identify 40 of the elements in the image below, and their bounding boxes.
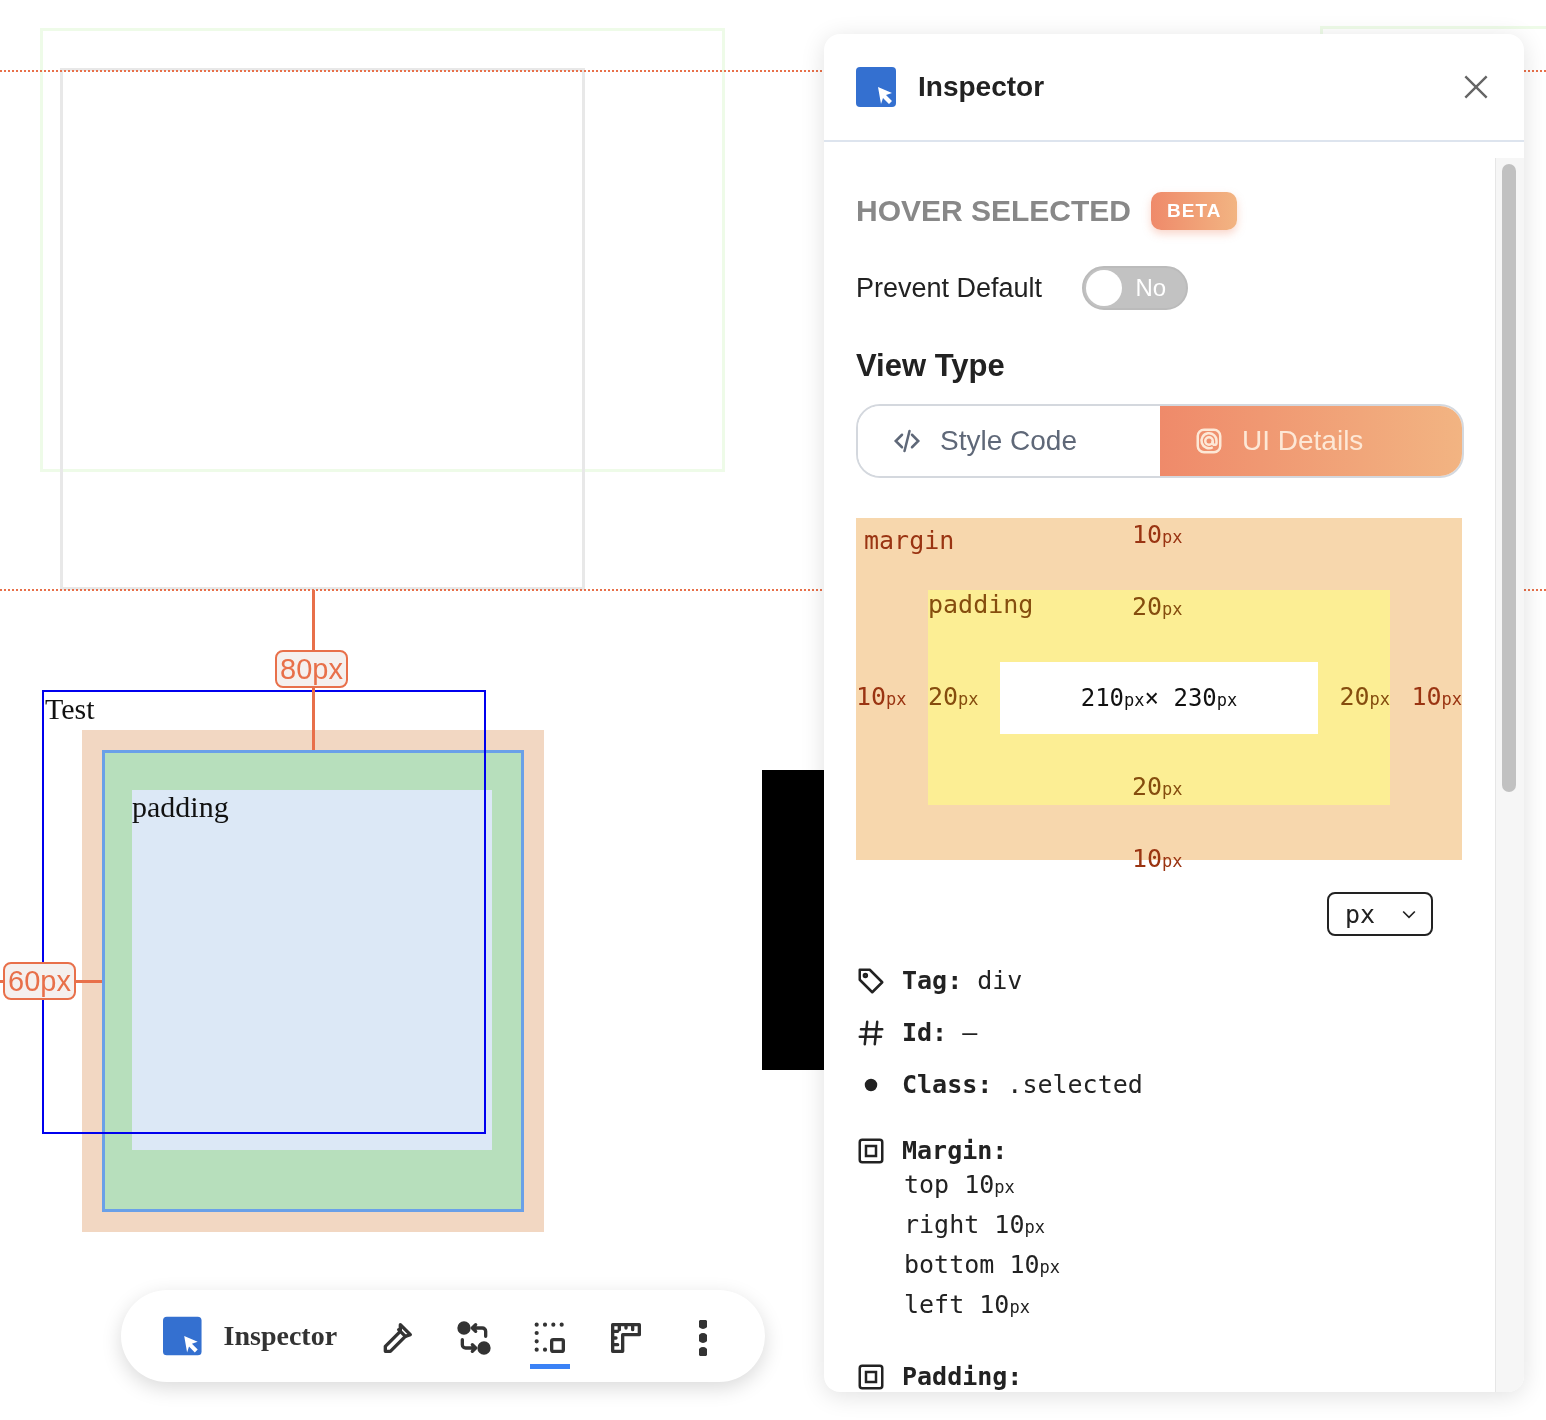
margin-label: margin xyxy=(864,526,955,556)
margin-value: 10px xyxy=(1411,682,1462,712)
box-icon xyxy=(856,1136,886,1166)
cursor-logo-icon xyxy=(163,1315,202,1357)
prevent-default-label: Prevent Default xyxy=(856,272,1043,304)
margin-value: 10px xyxy=(856,682,907,712)
side-value: top 10px xyxy=(904,1169,1016,1201)
detail-text: Id: — xyxy=(902,1018,978,1048)
padding-value: 20px xyxy=(1339,682,1390,712)
content-size: 210px× 230px xyxy=(1080,684,1238,713)
padding-value: 20px xyxy=(1132,772,1183,802)
padding-value: 20px xyxy=(928,682,979,712)
side-value: bottom 10px xyxy=(904,1249,1061,1281)
padding-label: padding xyxy=(132,790,229,824)
more-icon xyxy=(698,1320,707,1356)
padding-label: padding xyxy=(928,590,1034,620)
cursor-logo-icon xyxy=(856,67,896,107)
distance-label: 80px xyxy=(275,650,348,688)
tag-icon xyxy=(856,966,886,996)
detail-text: Class: .selected xyxy=(902,1070,1143,1100)
box-icon xyxy=(856,1362,886,1392)
margin-value: 10px xyxy=(1132,520,1183,550)
section-label: Margin: xyxy=(902,1136,1008,1166)
hash-icon xyxy=(856,1018,886,1048)
panel-title: Inspector xyxy=(918,71,1046,103)
beta-badge: BETA xyxy=(1151,192,1238,230)
section-label: Padding: xyxy=(902,1362,1023,1392)
toolbar-title: Inspector xyxy=(223,1320,338,1352)
at-square-icon xyxy=(1194,426,1224,457)
side-value: right 10px xyxy=(904,1209,1046,1241)
distance-label: 60px xyxy=(3,962,76,1000)
padding-value: 20px xyxy=(1132,592,1183,622)
side-value: left 10px xyxy=(904,1289,1031,1321)
section-title: HOVER SELECTED xyxy=(856,194,1132,228)
view-type-title: View Type xyxy=(856,348,1006,384)
margin-value: 10px xyxy=(1132,844,1183,874)
detail-text: Tag: div xyxy=(902,966,1023,996)
test-text: Test xyxy=(45,692,95,726)
unit-select[interactable]: px xyxy=(1327,892,1433,936)
scrollbar-thumb[interactable] xyxy=(1502,164,1516,792)
